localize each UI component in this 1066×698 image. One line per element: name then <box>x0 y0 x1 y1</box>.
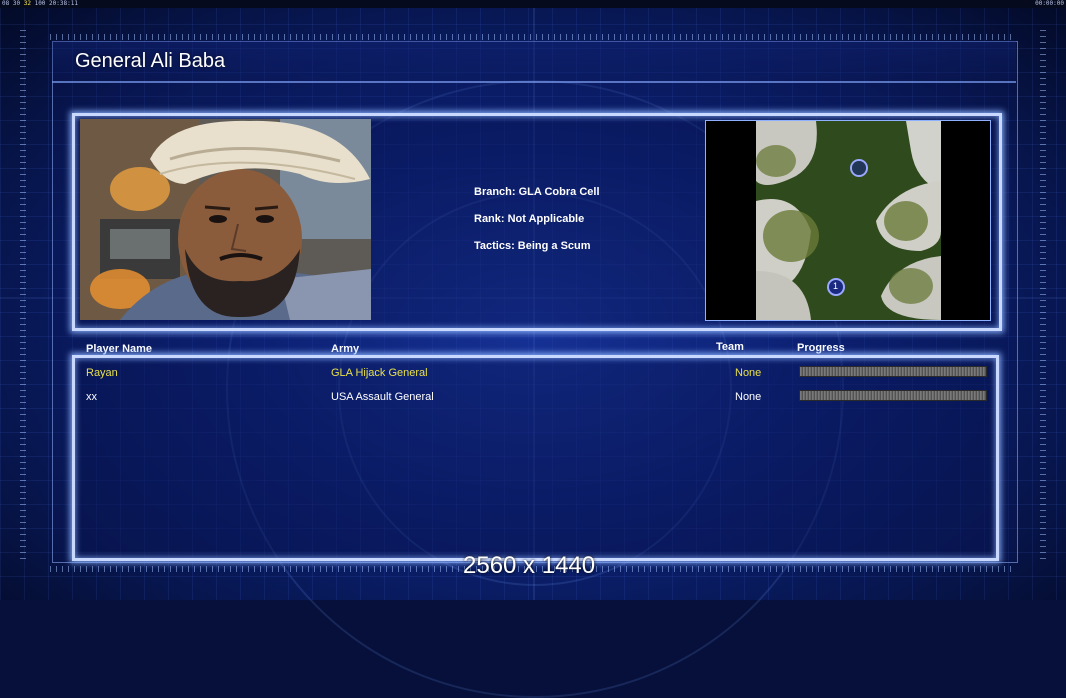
player-progress-bar <box>799 390 987 401</box>
general-rank: Rank: Not Applicable <box>474 213 585 225</box>
map-preview[interactable]: 1 <box>705 120 991 321</box>
player-name-cell: xx <box>86 391 97 403</box>
team-cell: None <box>735 367 762 379</box>
player-name-cell: Rayan <box>86 367 118 379</box>
player-progress-bar <box>799 366 987 377</box>
general-name-title: General Ali Baba <box>75 50 226 72</box>
header-team: Team <box>716 341 744 353</box>
ruler-left <box>20 30 26 560</box>
ruler-top <box>50 34 1016 40</box>
hud-right-readout: 00:00:00 <box>1035 0 1064 7</box>
general-branch: Branch: GLA Cobra Cell <box>474 186 600 198</box>
resolution-label: 2560 x 1440 <box>463 552 596 579</box>
header-progress: Progress <box>797 342 845 354</box>
hud-left-readout: 08 30 32 100 20:38:11 <box>2 0 78 7</box>
ruler-right <box>1040 30 1046 560</box>
general-details: Branch: GLA Cobra Cell Rank: Not Applica… <box>474 186 600 267</box>
header-army: Army <box>331 343 360 355</box>
hud-strip <box>0 0 1066 8</box>
general-portrait <box>80 119 371 320</box>
player-list-panel <box>72 355 999 561</box>
start-position-1: 1 <box>833 281 839 291</box>
team-cell: None <box>735 391 762 403</box>
army-cell: GLA Hijack General <box>331 367 428 379</box>
header-player-name: Player Name <box>86 343 153 355</box>
general-tactics: Tactics: Being a Scum <box>474 240 591 252</box>
army-cell: USA Assault General <box>331 391 434 403</box>
